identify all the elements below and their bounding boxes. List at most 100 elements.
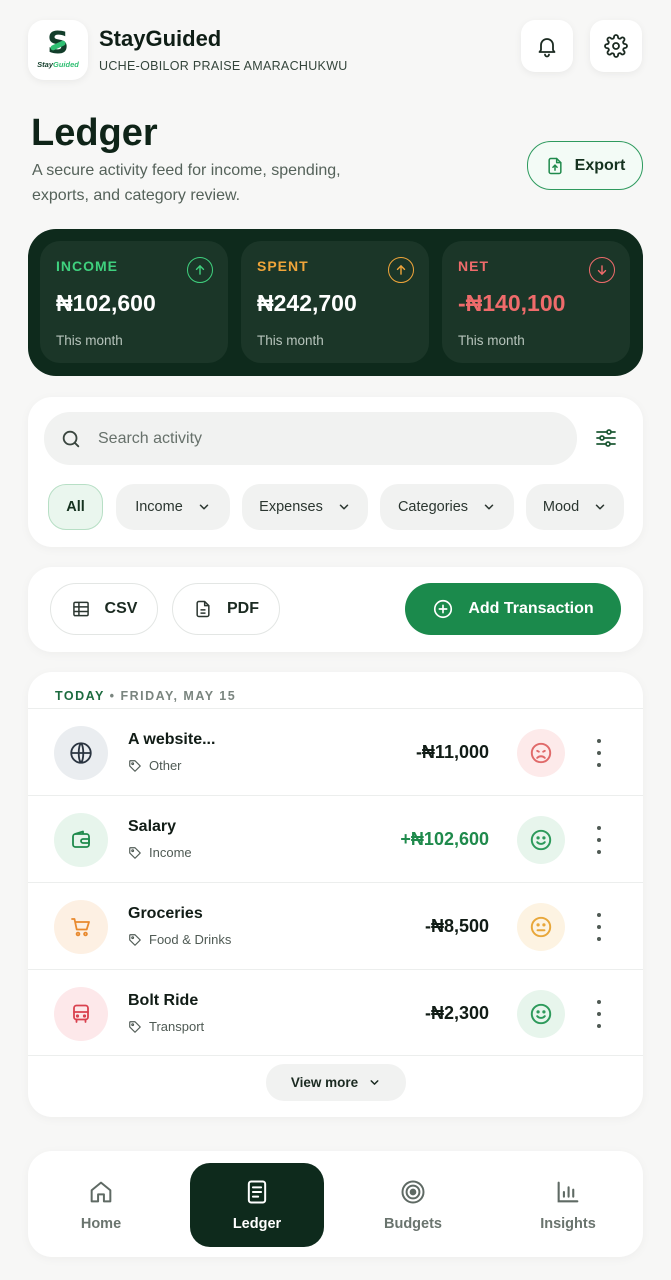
transaction-category: Transport	[128, 1019, 204, 1034]
search-filter-card: All Income Expenses Categories Mood	[28, 397, 643, 547]
more-options-icon[interactable]	[594, 739, 604, 767]
nav-ledger[interactable]: Ledger	[190, 1163, 324, 1247]
tag-icon	[129, 759, 141, 772]
page-subtitle: A secure activity feed for income, spend…	[32, 162, 341, 204]
csv-export-button[interactable]: CSV	[50, 583, 158, 635]
income-stat-card[interactable]: INCOME ₦102,600 This month	[40, 241, 228, 363]
home-icon	[90, 1181, 112, 1203]
ledger-icon	[247, 1180, 267, 1204]
transaction-list: TODAY • FRIDAY, MAY 15 A website... Othe…	[28, 672, 643, 1117]
arrow-up-icon	[388, 257, 414, 283]
bell-icon	[538, 38, 556, 58]
logo-letter: S	[47, 26, 69, 61]
page-title: Ledger	[31, 112, 158, 154]
pdf-export-button[interactable]: PDF	[172, 583, 280, 635]
view-more-label: View more	[290, 1075, 359, 1090]
table-icon	[72, 601, 89, 617]
add-transaction-button[interactable]: Add Transaction	[405, 583, 621, 635]
divider	[28, 1055, 643, 1056]
sliders-icon	[596, 429, 616, 447]
net-stat-card[interactable]: NET -₦140,100 This month	[442, 241, 630, 363]
app-logo[interactable]: S StayGuided	[28, 20, 88, 80]
nav-label: Home	[80, 1216, 122, 1232]
filter-chip-mood[interactable]: Mood	[526, 484, 624, 530]
stat-period: This month	[257, 333, 324, 348]
filter-chip-all[interactable]: All	[48, 484, 103, 530]
chip-label: Income	[135, 499, 183, 515]
nav-home[interactable]: Home	[34, 1163, 168, 1247]
arrow-up-icon	[187, 257, 213, 283]
add-transaction-label: Add Transaction	[468, 600, 594, 617]
bottom-navigation: Home Ledger Budgets Insights	[28, 1151, 643, 1257]
chevron-down-icon	[199, 504, 209, 510]
export-label: Export	[574, 156, 626, 174]
transaction-amount: -₦8,500	[424, 916, 489, 936]
chip-label: Expenses	[259, 499, 323, 515]
more-options-icon[interactable]	[594, 826, 604, 854]
view-more-button[interactable]: View more	[266, 1064, 406, 1101]
transaction-title: Bolt Ride	[128, 992, 199, 1009]
chevron-down-icon	[595, 504, 605, 510]
document-icon	[196, 600, 210, 618]
nav-budgets[interactable]: Budgets	[346, 1163, 480, 1247]
search-input[interactable]	[98, 429, 518, 448]
bar-chart-icon	[557, 1181, 579, 1203]
settings-button[interactable]	[590, 20, 642, 72]
pdf-label: PDF	[227, 600, 259, 617]
logo-wordmark: StayGuided	[37, 60, 79, 69]
tag-icon	[129, 1020, 141, 1033]
chevron-down-icon	[370, 1080, 379, 1085]
tag-icon	[129, 846, 141, 859]
nav-insights[interactable]: Insights	[501, 1163, 635, 1247]
export-button[interactable]: Export	[527, 141, 643, 190]
chip-label: Mood	[542, 499, 580, 515]
stat-value: ₦102,600	[56, 290, 156, 316]
target-icon	[401, 1180, 425, 1204]
transaction-row[interactable]: Groceries Food & Drinks -₦8,500	[28, 883, 643, 970]
nav-label: Budgets	[384, 1216, 442, 1232]
summary-panel: INCOME ₦102,600 This month SPENT ₦242,70…	[28, 229, 643, 376]
chevron-down-icon	[339, 504, 349, 510]
chip-label: Categories	[397, 499, 469, 515]
spent-stat-card[interactable]: SPENT ₦242,700 This month	[241, 241, 429, 363]
user-name: UCHE-OBILOR PRAISE AMARACHUKWU	[99, 59, 348, 73]
bus-icon	[54, 987, 108, 1041]
transaction-row[interactable]: Bolt Ride Transport -₦2,300	[28, 970, 643, 1057]
happy-face-icon[interactable]	[517, 990, 565, 1038]
filter-chip-categories[interactable]: Categories	[380, 484, 514, 530]
transaction-row[interactable]: A website... Other -₦11,000	[28, 709, 643, 796]
gear-icon	[604, 34, 628, 58]
stat-value: -₦140,100	[458, 290, 566, 316]
app-name: StayGuided	[99, 26, 222, 51]
nav-label: Ledger	[232, 1216, 282, 1232]
chevron-down-icon	[484, 504, 494, 510]
transaction-amount: -₦11,000	[415, 742, 489, 762]
transaction-category: Food & Drinks	[128, 932, 231, 947]
transaction-title: A website...	[128, 731, 216, 748]
tag-icon	[129, 933, 141, 946]
more-options-icon[interactable]	[594, 1000, 604, 1028]
notifications-button[interactable]	[521, 20, 573, 72]
filter-chip-income[interactable]: Income	[116, 484, 230, 530]
transaction-row[interactable]: Salary Income +₦102,600	[28, 796, 643, 883]
transaction-amount: +₦102,600	[400, 829, 489, 849]
cart-icon	[54, 900, 108, 954]
stat-period: This month	[458, 333, 525, 348]
filter-settings-button[interactable]	[594, 426, 618, 455]
transaction-category: Other	[128, 758, 182, 773]
sad-face-icon[interactable]	[517, 729, 565, 777]
actions-card: CSV PDF Add Transaction	[28, 567, 643, 652]
search-bar[interactable]	[44, 412, 577, 465]
neutral-face-icon[interactable]	[517, 903, 565, 951]
chip-label: All	[66, 499, 85, 515]
more-options-icon[interactable]	[594, 913, 604, 941]
date-header: TODAY • FRIDAY, MAY 15	[55, 689, 237, 703]
transaction-amount: -₦2,300	[424, 1003, 489, 1023]
transaction-category: Income	[128, 845, 192, 860]
arrow-down-icon	[589, 257, 615, 283]
filter-chip-expenses[interactable]: Expenses	[242, 484, 368, 530]
csv-label: CSV	[104, 600, 138, 617]
wallet-icon	[54, 813, 108, 867]
nav-label: Insights	[540, 1216, 596, 1232]
happy-face-icon[interactable]	[517, 816, 565, 864]
